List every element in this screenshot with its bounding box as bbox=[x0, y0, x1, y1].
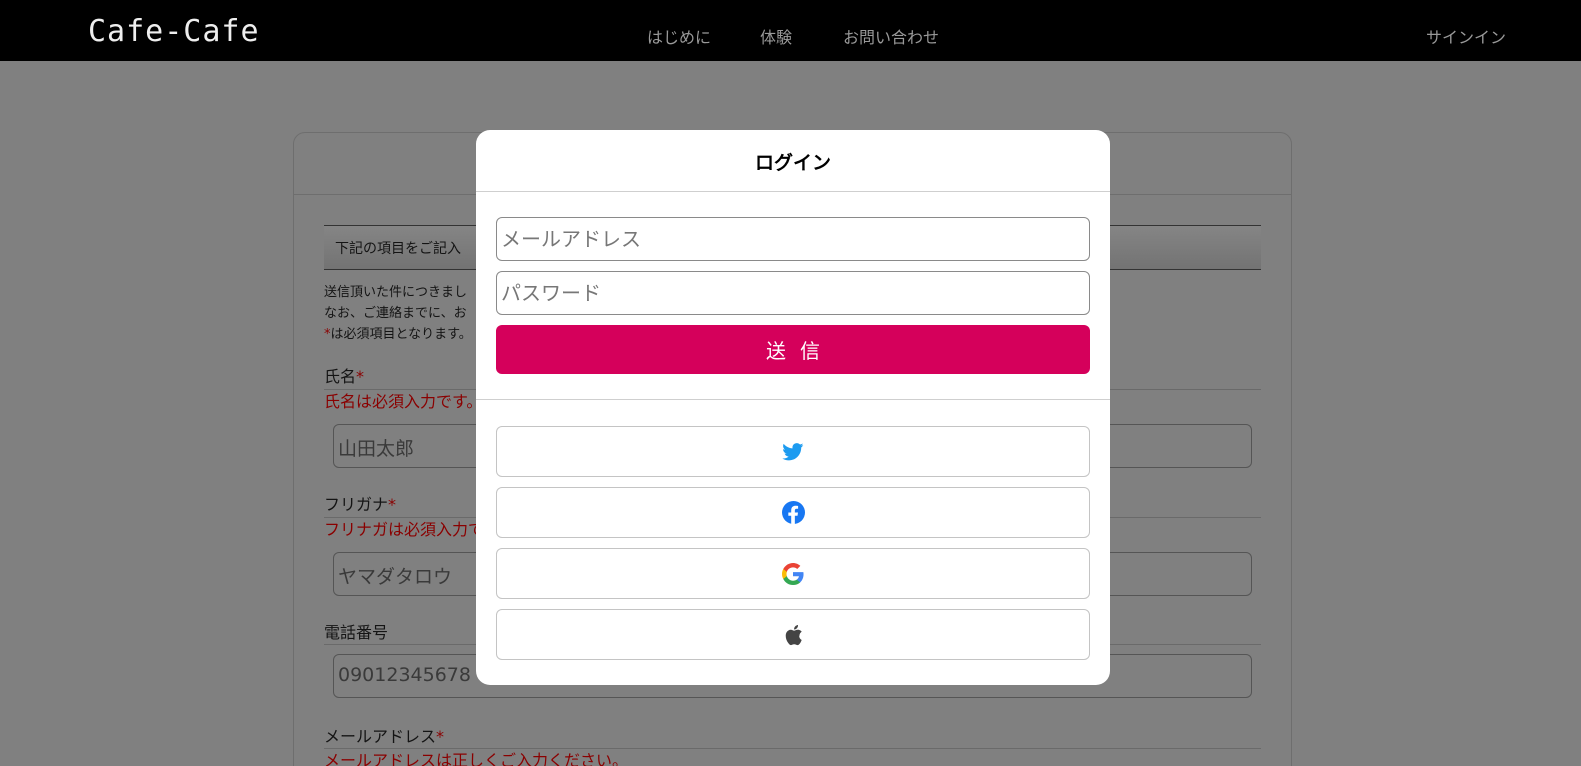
phone-label: 電話番号 bbox=[324, 623, 389, 642]
apple-icon bbox=[783, 623, 803, 647]
name-error: 氏名は必須入力です。 bbox=[324, 392, 483, 411]
apple-login-button[interactable] bbox=[496, 609, 1090, 660]
email-input[interactable] bbox=[496, 217, 1090, 261]
google-login-button[interactable] bbox=[496, 548, 1090, 599]
required-mark: * bbox=[436, 727, 445, 746]
modal-divider bbox=[476, 191, 1110, 192]
email-error: メールアドレスは正しくご入力ください。 bbox=[324, 751, 629, 766]
nav-link-contact[interactable]: お問い合わせ bbox=[843, 24, 939, 48]
description-line: 送信頂いた件につきまし bbox=[324, 285, 468, 300]
description-line-required: *は必須項目となります。 bbox=[324, 323, 472, 342]
facebook-icon bbox=[781, 501, 805, 524]
twitter-icon bbox=[782, 442, 804, 461]
email-label: メールアドレス* bbox=[324, 727, 445, 746]
description-text: は必須項目となります。 bbox=[330, 327, 472, 342]
nav-link-intro[interactable]: はじめに bbox=[647, 24, 711, 48]
login-modal: ログイン 送信 bbox=[476, 130, 1110, 685]
required-mark: * bbox=[356, 367, 365, 386]
furigana-label: フリガナ* bbox=[324, 495, 397, 514]
top-header: Cafe-Cafe はじめに 体験 お問い合わせ サインイン bbox=[0, 0, 1581, 61]
google-icon bbox=[782, 562, 804, 585]
modal-title: ログイン bbox=[754, 152, 831, 174]
nav-link-experience[interactable]: 体験 bbox=[760, 24, 792, 48]
modal-divider bbox=[476, 399, 1110, 400]
submit-button[interactable]: 送信 bbox=[496, 325, 1090, 374]
name-label: 氏名* bbox=[324, 367, 365, 386]
password-input[interactable] bbox=[496, 271, 1090, 315]
twitter-login-button[interactable] bbox=[496, 426, 1090, 477]
site-logo[interactable]: Cafe-Cafe bbox=[88, 14, 260, 49]
notice-text: 下記の項目をご記入 bbox=[335, 241, 461, 257]
signin-link[interactable]: サインイン bbox=[1426, 24, 1506, 48]
furigana-error: フリナガは必須入力で bbox=[324, 520, 485, 539]
facebook-login-button[interactable] bbox=[496, 487, 1090, 538]
required-mark: * bbox=[388, 495, 397, 514]
description-line: なお、ご連絡までに、お bbox=[324, 306, 467, 321]
